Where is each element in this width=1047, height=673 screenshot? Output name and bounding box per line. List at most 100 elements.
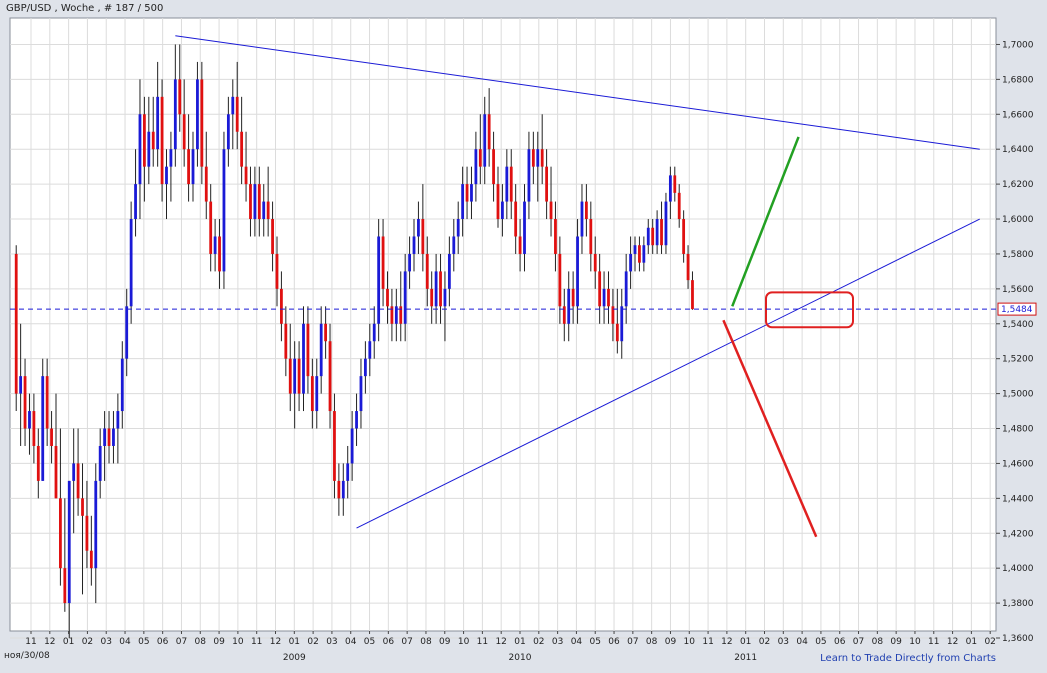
candle-bull xyxy=(213,236,217,254)
candle-bear xyxy=(518,236,522,254)
x-tick-label: 09 xyxy=(439,637,451,647)
candle-bear xyxy=(235,96,239,132)
x-tick-label: 10 xyxy=(909,637,921,647)
candle-bear xyxy=(266,201,270,220)
x-tick-label: 08 xyxy=(420,637,432,647)
candle-bear xyxy=(182,114,186,150)
x-tick-label: 11 xyxy=(251,637,262,647)
y-tick-label: 1,7000 xyxy=(1002,40,1034,50)
y-tick-label: 1,5000 xyxy=(1002,390,1034,400)
candle-bear xyxy=(430,288,434,307)
candle-bear xyxy=(660,219,663,246)
candle-bear xyxy=(306,323,310,377)
y-tick-label: 1,6000 xyxy=(1002,215,1034,225)
candle-bull xyxy=(41,376,45,481)
chart-window: 1,7000 1,6800 1,6600 1,6400 1,6200 1,6000 1,58… xyxy=(0,0,1047,673)
candle-bear xyxy=(598,271,602,307)
x-tick-label: 03 xyxy=(552,637,563,647)
y-tick-label: 1,6600 xyxy=(1002,110,1034,120)
candle-bull xyxy=(191,149,195,185)
x-tick-label: 05 xyxy=(364,637,375,647)
x-tick-label: 02 xyxy=(533,637,544,647)
candle-bull xyxy=(319,323,323,377)
candle-bull xyxy=(116,411,120,429)
x-tick-label: 11 xyxy=(477,637,488,647)
candle-bear xyxy=(337,480,341,499)
candle-bear xyxy=(209,201,213,254)
candle-bull xyxy=(443,288,447,307)
candle-bull xyxy=(456,219,460,237)
candle-bear xyxy=(45,376,49,429)
candle-bear xyxy=(76,463,80,499)
x-tick-label: 12 xyxy=(947,637,958,647)
candle-bull xyxy=(253,184,257,220)
year-label: 2010 xyxy=(509,653,532,663)
candle-bear xyxy=(549,201,553,220)
x-tick-label: 11 xyxy=(25,637,36,647)
x-tick-label: 02 xyxy=(759,637,770,647)
candle-bull xyxy=(134,184,137,220)
x-tick-label: 03 xyxy=(778,637,789,647)
candle-bear xyxy=(638,245,641,263)
y-tick-label: 1,4600 xyxy=(1002,459,1034,469)
candle-bull xyxy=(138,114,142,185)
candle-bull xyxy=(262,201,266,220)
candle-bear xyxy=(615,323,619,342)
x-tick-label: 01 xyxy=(63,637,74,647)
candle-bear xyxy=(487,114,491,150)
candle-bear xyxy=(593,253,597,272)
y-tick-label: 1,3600 xyxy=(1002,634,1034,644)
chart-title: GBP/USD , Woche , # 187 / 500 xyxy=(6,3,164,14)
candle-bear xyxy=(23,376,27,429)
candle-bear xyxy=(271,219,274,254)
start-date-label: ноя/30/08 xyxy=(4,651,50,661)
y-tick-label: 1,3800 xyxy=(1002,599,1034,609)
candle-bull xyxy=(536,149,540,167)
candle-bear xyxy=(554,219,557,254)
x-tick-label: 06 xyxy=(383,637,395,647)
candle-bull xyxy=(355,411,358,429)
x-tick-label: 06 xyxy=(834,637,846,647)
candle-bear xyxy=(178,79,182,115)
x-tick-label: 06 xyxy=(157,637,169,647)
candle-bear xyxy=(682,219,686,254)
x-tick-label: 10 xyxy=(458,637,470,647)
candle-bull xyxy=(72,463,76,481)
candle-bull xyxy=(231,96,235,115)
x-tick-label: 07 xyxy=(853,637,864,647)
candle-bear xyxy=(36,445,40,481)
y-tick-label: 1,6200 xyxy=(1002,180,1034,190)
learn-to-trade-link[interactable]: Learn to Trade Directly from Charts xyxy=(820,653,996,664)
candle-bear xyxy=(439,271,442,307)
y-tick-label: 1,4800 xyxy=(1002,425,1034,435)
x-tick-label: 01 xyxy=(514,637,525,647)
candle-bull xyxy=(67,480,71,604)
candle-bull xyxy=(94,480,98,569)
x-tick-label: 04 xyxy=(796,637,808,647)
candle-bear xyxy=(284,323,288,359)
candle-bear xyxy=(514,201,518,237)
candle-bear xyxy=(328,341,332,412)
current-price-label: 1,5484 xyxy=(1001,305,1033,315)
candle-bear xyxy=(531,149,535,167)
candle-bull xyxy=(350,428,354,464)
y-tick-label: 1,6800 xyxy=(1002,75,1034,85)
chart-canvas[interactable]: 1,7000 1,6800 1,6600 1,6400 1,6200 1,6000 1,58… xyxy=(0,0,1047,673)
candle-bull xyxy=(377,236,381,324)
x-tick-label: 05 xyxy=(815,637,826,647)
candle-bear xyxy=(244,166,248,185)
candle-bull xyxy=(483,114,487,167)
candle-bull xyxy=(567,288,571,324)
candle-bull xyxy=(452,236,456,254)
candle-bull xyxy=(580,201,584,237)
x-tick-label: 02 xyxy=(307,637,318,647)
candle-bull xyxy=(302,323,305,394)
x-tick-label: 10 xyxy=(232,637,244,647)
candle-bull xyxy=(293,358,297,394)
candle-bear xyxy=(425,253,429,289)
candle-bull xyxy=(602,288,606,307)
candle-bear xyxy=(288,358,292,394)
candle-bear xyxy=(673,175,677,193)
candle-bull xyxy=(576,236,579,307)
candle-bull xyxy=(28,411,31,429)
